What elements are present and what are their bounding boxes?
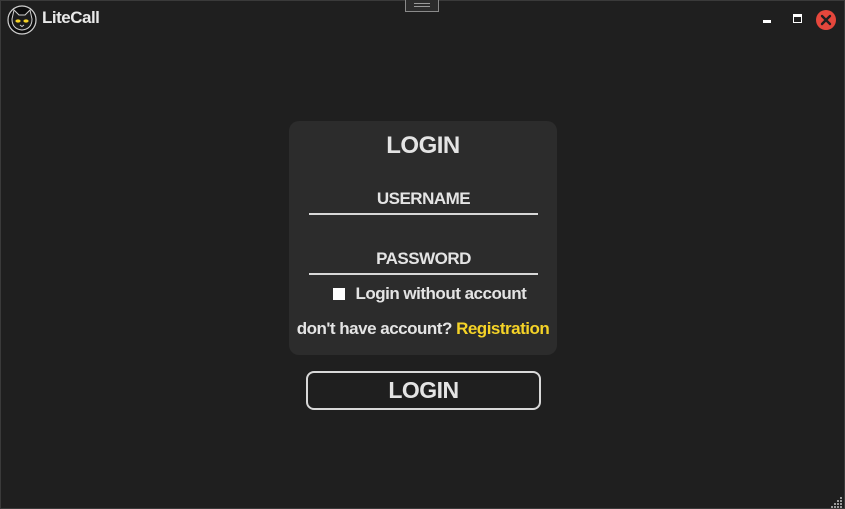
close-icon <box>820 14 832 26</box>
login-without-account-checkbox[interactable] <box>333 288 345 300</box>
username-field-wrapper <box>309 187 538 215</box>
title-bar[interactable]: LiteCall <box>1 0 844 37</box>
username-field[interactable] <box>309 187 538 215</box>
password-field[interactable] <box>309 247 538 275</box>
registration-link[interactable]: Registration <box>456 319 550 338</box>
no-account-text: don't have account? <box>296 319 453 338</box>
login-card-title: LOGIN <box>386 132 460 159</box>
drag-handle[interactable] <box>405 0 439 12</box>
cat-face-icon <box>7 5 37 35</box>
login-button-label: LOGIN <box>388 377 459 403</box>
maximize-button[interactable] <box>793 14 802 23</box>
login-without-account-label: Login without account <box>355 284 527 303</box>
minimize-button[interactable] <box>763 20 771 23</box>
resize-grip-icon[interactable] <box>831 496 843 508</box>
app-window: LiteCall LOGIN Login without account don… <box>0 0 845 509</box>
login-card: LOGIN Login without account don't have a… <box>289 121 557 355</box>
close-button[interactable] <box>816 10 836 30</box>
password-field-wrapper <box>309 247 538 275</box>
app-title: LiteCall <box>42 8 100 27</box>
login-button[interactable]: LOGIN <box>306 371 541 410</box>
registration-row: don't have account? Registration <box>289 319 557 339</box>
login-without-account-row[interactable]: Login without account <box>333 284 527 306</box>
